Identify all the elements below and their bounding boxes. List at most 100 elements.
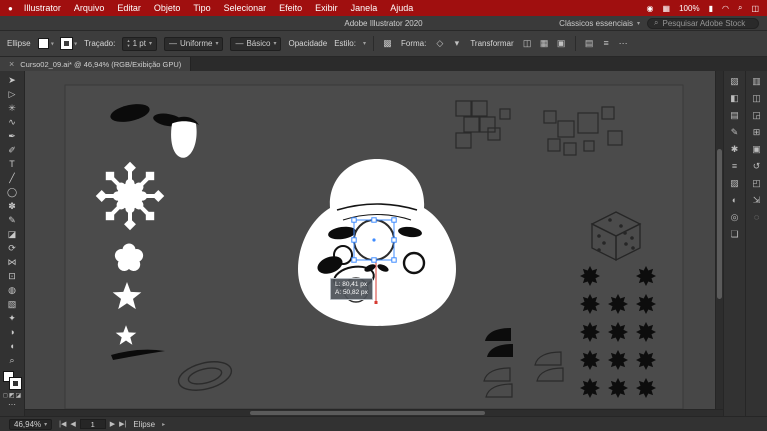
stepper-down-icon[interactable]: ▾ [127, 44, 129, 49]
gradient-tool-icon[interactable]: ▧ [2, 297, 23, 311]
history-panel-icon[interactable]: ↺ [753, 161, 761, 171]
menubar-item[interactable]: Selecionar [224, 3, 267, 13]
free-transform-tool-icon[interactable]: ⊡ [2, 269, 23, 283]
next-artboard-icon[interactable]: ▶ [110, 420, 115, 428]
hand-tool-icon[interactable]: ◖ [2, 339, 23, 353]
draw-inside-icon[interactable]: ◪ [15, 392, 21, 399]
more-options-icon[interactable]: ⋯ [617, 38, 630, 49]
comments-panel-icon[interactable]: ◌ [754, 212, 759, 222]
stroke-panel-icon[interactable]: ≡ [732, 161, 737, 171]
snowflake-shape[interactable] [96, 162, 164, 230]
line-segment-tool-icon[interactable]: ╱ [2, 171, 23, 185]
draw-behind-icon[interactable]: ◩ [9, 392, 15, 399]
previous-artboard-icon[interactable]: ◀ [70, 420, 75, 428]
stock-search-input[interactable]: ⌕ Pesquisar Adobe Stock [647, 18, 759, 29]
menubar-item[interactable]: Tipo [193, 3, 210, 13]
fill-stroke-swatches[interactable] [2, 370, 22, 390]
canvas[interactable]: L: 80,41 px A: 50,82 px [25, 71, 715, 409]
chevron-right-icon[interactable]: ▸ [162, 421, 165, 428]
first-artboard-icon[interactable]: |◀ [59, 420, 66, 428]
swatches-panel-icon[interactable]: ▤ [730, 110, 739, 120]
gradient-panel-icon[interactable]: ▨ [730, 178, 739, 188]
zoom-tool-icon[interactable]: ⌕ [2, 353, 23, 367]
asset-export-panel-icon[interactable]: ⇲ [753, 195, 761, 205]
brushes-panel-icon[interactable]: ✎ [731, 127, 739, 137]
menubar-item[interactable]: Exibir [315, 3, 338, 13]
pen-tool-icon[interactable]: ✒ [2, 129, 23, 143]
battery-percent[interactable]: 100% [679, 4, 699, 13]
stroke-color-swatch[interactable] [61, 38, 72, 49]
options-icon[interactable]: ≡ [600, 38, 613, 49]
menubar-item[interactable]: Ajuda [390, 3, 413, 13]
layers-panel-icon[interactable]: ❏ [730, 229, 738, 239]
draw-normal-icon[interactable]: ◻ [3, 392, 8, 399]
chevron-down-icon[interactable]: ▾ [363, 40, 366, 47]
stroke-weight-label[interactable]: Traçado: [84, 39, 115, 48]
arrange-icon[interactable]: ▣ [555, 38, 568, 49]
stroke-weight-field[interactable]: ▴ ▾ 1 pt ▾ [122, 37, 157, 51]
menubar-item[interactable]: Arquivo [74, 3, 105, 13]
control-center-icon[interactable]: ◫ [751, 4, 759, 13]
vertical-scrollbar[interactable] [715, 71, 723, 409]
last-artboard-icon[interactable]: ▶| [119, 420, 126, 428]
type-tool-icon[interactable]: T [2, 157, 23, 171]
align-icon[interactable]: ◫ [521, 38, 534, 49]
transform-label[interactable]: Transformar [470, 39, 513, 48]
stroke-swatch[interactable] [10, 378, 21, 389]
selection-tool-icon[interactable]: ➤ [2, 73, 23, 87]
transform-panel-icon[interactable]: ⊞ [753, 127, 761, 137]
nine-dots-icon[interactable]: ▩ [381, 38, 394, 49]
chevron-down-icon[interactable]: ▾ [149, 40, 152, 47]
opacity-label[interactable]: Opacidade [288, 39, 327, 48]
workspace-switcher[interactable]: Clássicos essenciais ▾ [559, 19, 640, 28]
paintbrush-tool-icon[interactable]: ✽ [2, 199, 23, 213]
zoom-control[interactable]: 46,94% ▾ [9, 419, 52, 430]
color-guide-panel-icon[interactable]: ◧ [730, 93, 739, 103]
color-panel-icon[interactable]: ▧ [730, 76, 739, 86]
style-label[interactable]: Estilo: [334, 39, 356, 48]
document-tab[interactable]: × Curso02_09.ai* @ 46,94% (RGB/Exibição … [0, 57, 191, 71]
stepper-arrows[interactable]: ▴ ▾ [127, 39, 129, 48]
chevron-down-icon[interactable]: ▾ [74, 42, 77, 48]
direct-selection-tool-icon[interactable]: ▷ [2, 87, 23, 101]
battery-icon[interactable]: ▮ [709, 4, 713, 13]
menubar-item[interactable]: Editar [117, 3, 141, 13]
close-icon[interactable]: × [9, 59, 14, 69]
isolate-mode-icon[interactable]: ▤ [583, 38, 596, 49]
menubar-item[interactable]: Efeito [279, 3, 302, 13]
rotate-tool-icon[interactable]: ⟳ [2, 241, 23, 255]
pathfinder-panel-icon[interactable]: ◲ [752, 110, 761, 120]
fill-color-swatch[interactable] [38, 38, 49, 49]
edit-toolbar-button[interactable]: ⋯ [8, 400, 16, 409]
chevron-down-icon[interactable]: ▾ [51, 42, 54, 48]
appearance-panel-icon[interactable]: ◎ [731, 212, 739, 222]
transparency-panel-icon[interactable]: ◐ [732, 195, 737, 205]
shape-widget-icon[interactable]: ◇ [433, 38, 446, 49]
screen-record-icon[interactable]: ◉ [647, 4, 654, 13]
menubar-item[interactable]: Janela [351, 3, 378, 13]
horizontal-scrollbar[interactable] [25, 409, 723, 416]
width-profile-dropdown[interactable]: — Uniforme ▾ [164, 37, 223, 51]
menubar-item[interactable]: Illustrator [24, 3, 61, 13]
shape-chevron-icon[interactable]: ▾ [450, 38, 463, 49]
spotlight-icon[interactable]: ⌕ [738, 3, 742, 13]
curvature-tool-icon[interactable]: ✐ [2, 143, 23, 157]
brush-dropdown[interactable]: — Básico ▾ [230, 37, 281, 51]
horizontal-scrollbar-thumb[interactable] [250, 411, 485, 415]
artboard-number-field[interactable]: 1 [80, 419, 106, 429]
artboards-panel-icon[interactable]: ◰ [752, 178, 761, 188]
ellipse-tool-icon[interactable]: ◯ [2, 185, 23, 199]
pencil-tool-icon[interactable]: ✎ [2, 213, 23, 227]
width-tool-icon[interactable]: ⋈ [2, 255, 23, 269]
distribute-icon[interactable]: ▦ [538, 38, 551, 49]
wifi-icon[interactable]: ◠ [722, 4, 729, 13]
eraser-tool-icon[interactable]: ◪ [2, 227, 23, 241]
magic-wand-tool-icon[interactable]: ✳ [2, 101, 23, 115]
blend-tool-icon[interactable]: ◑ [2, 325, 23, 339]
vertical-scrollbar-thumb[interactable] [717, 149, 722, 299]
symbols-panel-icon[interactable]: ✱ [731, 144, 739, 154]
shape-builder-tool-icon[interactable]: ◍ [2, 283, 23, 297]
properties-panel-icon[interactable]: ▣ [752, 144, 761, 154]
libraries-panel-icon[interactable]: ▥ [752, 76, 761, 86]
apple-menu-icon[interactable]: ● [8, 4, 13, 13]
